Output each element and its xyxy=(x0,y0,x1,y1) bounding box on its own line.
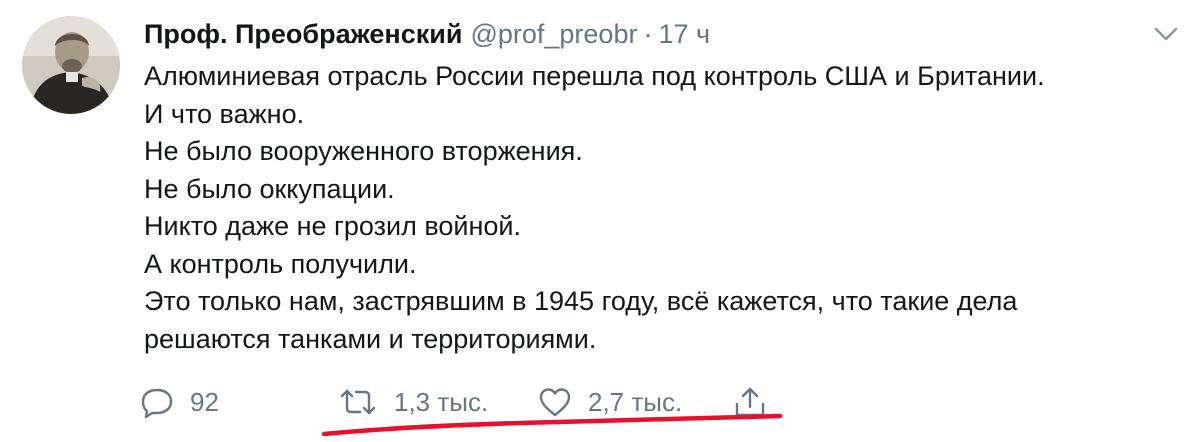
tweet-text: Алюминиевая отрасль России перешла под к… xyxy=(144,58,1184,358)
reply-icon xyxy=(140,386,174,418)
tweet-text-line: Алюминиевая отрасль России перешла под к… xyxy=(144,61,1045,91)
chevron-down-icon[interactable] xyxy=(1150,20,1182,48)
tweet-header: Проф. Преображенский @prof_preobr · 17 ч xyxy=(144,14,710,54)
tweet-text-line: А контроль получили. xyxy=(144,248,417,279)
tweet-text-line: И что важно. xyxy=(144,98,305,129)
heart-icon xyxy=(538,386,572,418)
tweet-text-line: Не было оккупации. xyxy=(144,173,395,204)
like-count: 2,7 тыс. xyxy=(588,386,683,417)
retweet-button[interactable]: 1,3 тыс. xyxy=(338,380,488,424)
author-name[interactable]: Проф. Преображенский xyxy=(144,19,462,49)
avatar[interactable] xyxy=(22,16,120,114)
like-button[interactable]: 2,7 тыс. xyxy=(538,380,682,424)
reply-count: 92 xyxy=(190,386,219,417)
tweet-text-line: Никто даже не грозил войной. xyxy=(144,211,521,241)
reply-button[interactable]: 92 xyxy=(140,380,219,424)
share-icon xyxy=(732,385,768,419)
retweet-icon xyxy=(338,386,378,418)
retweet-count: 1,3 тыс. xyxy=(394,386,489,417)
avatar-image xyxy=(22,16,120,114)
tweet-text-line: Не было вооруженного вторжения. xyxy=(144,136,583,166)
share-button[interactable] xyxy=(732,380,768,424)
header-separator: · xyxy=(643,19,653,49)
timestamp[interactable]: 17 ч xyxy=(658,19,710,49)
tweet-text-line: решаются танками и территориями. xyxy=(144,323,597,354)
author-handle[interactable]: @prof_preobr xyxy=(470,19,637,49)
tweet-text-line: Это только нам, застрявшим в 1945 году, … xyxy=(144,286,1018,316)
